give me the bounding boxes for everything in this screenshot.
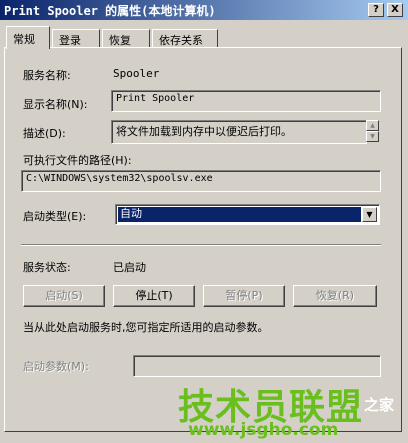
tab-recovery[interactable]: 恢复 <box>102 29 150 48</box>
tab-dependencies[interactable]: 依存关系 <box>152 29 218 48</box>
scroll-down-icon[interactable]: ▼ <box>366 131 379 142</box>
tab-logon[interactable]: 登录 <box>52 29 100 48</box>
path-label: 可执行文件的路径(H): <box>23 154 132 167</box>
description-label: 描述(D): <box>23 127 66 140</box>
description-scrollbar[interactable]: ▲ ▼ <box>366 120 379 142</box>
watermark-logo: 技术员联盟 之家 www.jsgho.com <box>168 378 408 443</box>
display-name-field[interactable]: Print Spooler <box>111 90 381 112</box>
watermark-suffix: 之家 <box>364 396 395 414</box>
path-field: C:\WINDOWS\system32\spoolsv.exe <box>21 170 381 192</box>
startup-type-select[interactable]: 自动 ▼ <box>115 204 380 225</box>
stop-button[interactable]: 停止(T) <box>113 285 195 307</box>
service-status-label: 服务状态: <box>23 261 71 274</box>
display-name-label: 显示名称(N): <box>23 98 88 111</box>
watermark-url: www.jsgho.com <box>188 420 339 440</box>
resume-button[interactable]: 恢复(R) <box>293 285 377 307</box>
startup-type-value: 自动 <box>118 207 361 222</box>
service-name-label: 服务名称: <box>23 69 71 82</box>
scroll-up-icon[interactable]: ▲ <box>366 120 379 131</box>
general-panel: 服务名称: Spooler 显示名称(N): Print Spooler 描述(… <box>4 47 402 432</box>
chevron-down-icon[interactable]: ▼ <box>362 207 377 222</box>
separator <box>21 244 381 246</box>
start-button[interactable]: 启动(S) <box>23 285 105 307</box>
start-params-hint: 当从此处启动服务时,您可指定所适用的启动参数。 <box>23 321 269 334</box>
help-button[interactable]: ? <box>368 3 384 17</box>
window-title: Print Spooler 的属性(本地计算机) <box>4 4 216 18</box>
pause-button[interactable]: 暂停(P) <box>203 285 285 307</box>
service-status-value: 已启动 <box>113 261 146 274</box>
description-field[interactable]: 将文件加载到内存中以便迟后打印。 <box>111 120 367 144</box>
title-bar: Print Spooler 的属性(本地计算机) ? X <box>0 0 408 20</box>
start-params-field[interactable] <box>133 355 381 377</box>
startup-type-label: 启动类型(E): <box>23 210 87 223</box>
tab-general[interactable]: 常规 <box>6 26 50 49</box>
service-name-value: Spooler <box>113 67 160 80</box>
close-button[interactable]: X <box>387 3 403 17</box>
start-params-label: 启动参数(M): <box>23 360 89 373</box>
